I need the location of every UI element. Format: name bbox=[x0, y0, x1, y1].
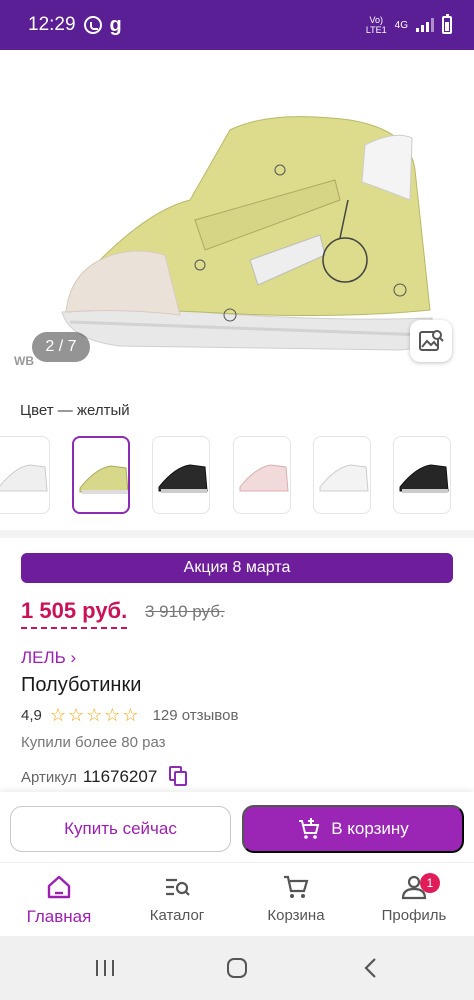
signal-icon bbox=[416, 18, 434, 32]
network-indicator: Vo) LTE1 bbox=[365, 15, 387, 35]
network-type: 4G bbox=[394, 19, 408, 31]
shoe-thumbnail bbox=[319, 464, 369, 492]
back-button[interactable] bbox=[360, 956, 380, 980]
recent-apps-button[interactable] bbox=[94, 956, 116, 980]
system-navigation bbox=[0, 936, 474, 1000]
current-price[interactable]: 1 505 руб. bbox=[21, 598, 128, 629]
rating-value: 4,9 bbox=[21, 706, 42, 724]
star-icon: ☆ bbox=[104, 705, 121, 725]
whatsapp-icon bbox=[83, 16, 102, 34]
product-title: Полуботинки bbox=[21, 674, 142, 696]
nav-profile-label: Профиль bbox=[381, 907, 447, 924]
action-bar: Купить сейчас В корзину bbox=[0, 792, 474, 862]
cart-plus-icon bbox=[299, 818, 320, 839]
image-search-icon bbox=[419, 330, 444, 351]
nav-cart[interactable]: Корзина bbox=[246, 873, 346, 924]
wb-watermark: WB bbox=[14, 354, 34, 368]
battery-icon bbox=[442, 14, 452, 34]
product-image[interactable] bbox=[0, 50, 474, 380]
star-icon: ☆ bbox=[86, 705, 103, 725]
nav-catalog[interactable]: Каталог bbox=[127, 873, 227, 924]
add-to-cart-button[interactable]: В корзину bbox=[242, 805, 464, 853]
color-thumbnails bbox=[0, 436, 474, 516]
g-icon: g bbox=[109, 13, 122, 36]
color-variant-white-silver[interactable] bbox=[313, 436, 371, 514]
home-circle-icon bbox=[227, 958, 247, 978]
cart-icon bbox=[284, 875, 309, 898]
article-label: Артикул bbox=[21, 768, 77, 786]
rating-row[interactable]: 4,9 ☆ ☆ ☆ ☆ ☆ 129 отзывов bbox=[21, 706, 238, 724]
article-value: 11676207 bbox=[82, 767, 158, 786]
add-to-cart-label: В корзину bbox=[331, 819, 409, 838]
star-icon: ☆ bbox=[49, 705, 66, 725]
star-icon: ☆ bbox=[122, 705, 139, 725]
color-variant-black-silver[interactable] bbox=[393, 436, 451, 514]
nav-profile[interactable]: Профиль 1 bbox=[364, 873, 464, 924]
bottom-navigation: Главная Каталог Корзина Профиль 1 bbox=[0, 862, 474, 936]
color-variant-white[interactable] bbox=[0, 436, 50, 514]
status-time: 12:29 bbox=[28, 14, 76, 35]
nav-home-label: Главная bbox=[26, 907, 92, 926]
section-divider bbox=[0, 530, 474, 538]
photo-search-button[interactable] bbox=[410, 320, 452, 362]
copy-icon[interactable] bbox=[169, 766, 189, 788]
article-row: Артикул 11676207 bbox=[21, 766, 189, 788]
shoe-thumbnail bbox=[0, 464, 48, 492]
home-button[interactable] bbox=[226, 956, 248, 980]
home-icon bbox=[47, 875, 71, 899]
color-variant-yellow[interactable] bbox=[72, 436, 130, 514]
profile-badge: 1 bbox=[420, 873, 440, 893]
buy-now-button[interactable]: Купить сейчас bbox=[10, 806, 231, 852]
nav-catalog-label: Каталог bbox=[149, 907, 205, 924]
status-bar: 12:29 g Vo) LTE1 4G bbox=[0, 0, 474, 50]
nav-home[interactable]: Главная bbox=[9, 873, 109, 927]
shoe-thumbnail bbox=[158, 464, 208, 493]
shoe-image bbox=[61, 116, 433, 351]
rating-stars: ☆ ☆ ☆ ☆ ☆ bbox=[50, 706, 139, 724]
color-variant-black[interactable] bbox=[152, 436, 210, 514]
shoe-thumbnail bbox=[79, 465, 128, 494]
old-price: 3 910 руб. bbox=[145, 602, 225, 621]
nav-cart-label: Корзина bbox=[267, 907, 325, 924]
shoe-thumbnail bbox=[239, 464, 289, 492]
star-icon: ☆ bbox=[68, 705, 85, 725]
catalog-icon bbox=[166, 878, 190, 896]
promo-banner[interactable]: Акция 8 марта bbox=[21, 553, 453, 583]
recent-apps-icon bbox=[96, 960, 114, 976]
reviews-count[interactable]: 129 отзывов bbox=[153, 707, 239, 724]
color-label: Цвет — желтый bbox=[20, 402, 130, 419]
bought-count: Купили более 80 раз bbox=[21, 734, 166, 751]
brand-link[interactable]: ЛЕЛЬ › bbox=[21, 648, 76, 668]
color-variant-white-pink[interactable] bbox=[233, 436, 291, 514]
image-counter: 2 / 7 bbox=[32, 332, 90, 362]
shoe-thumbnail bbox=[399, 464, 449, 493]
back-chevron-icon bbox=[364, 958, 376, 978]
